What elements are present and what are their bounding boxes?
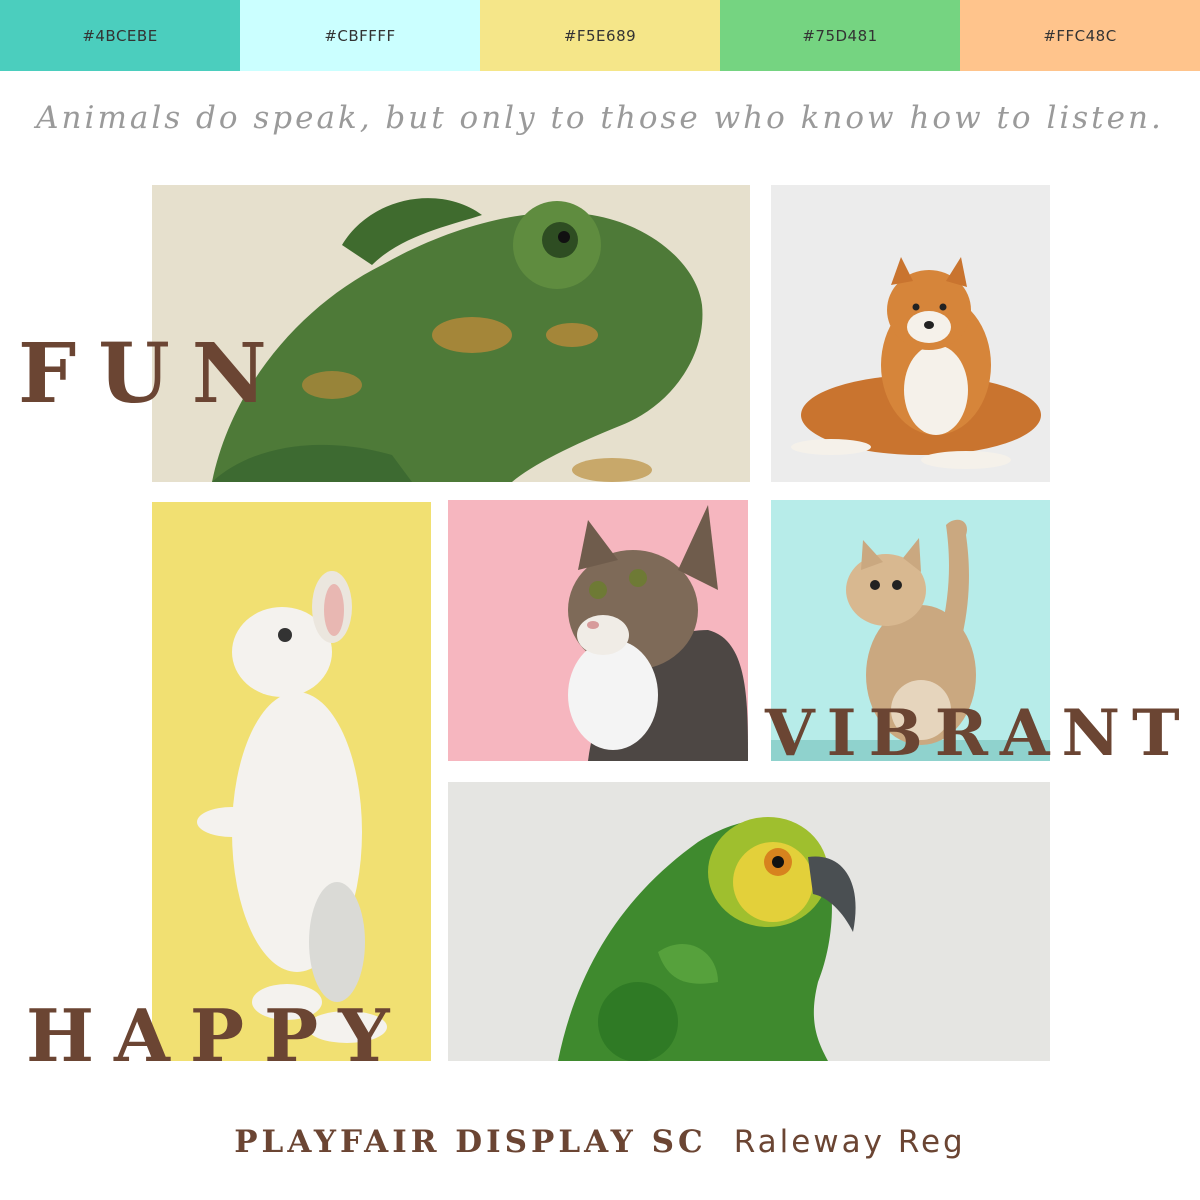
quote-text: Animals do speak, but only to those who …: [36, 100, 1164, 136]
word-happy: HAPPY: [26, 993, 410, 1078]
swatch-3: #F5E689: [480, 0, 720, 71]
swatch-4: #75D481: [720, 0, 960, 71]
parrot-photo: [448, 782, 1050, 1061]
word-vibrant: VIBRANT: [765, 696, 1192, 771]
body-font-name: Raleway Reg: [733, 1124, 966, 1160]
heading-font-name: PLAYFAIR DISPLAY SC: [234, 1124, 707, 1160]
tabby-cat-photo: [448, 500, 748, 761]
word-fun: FUN: [18, 326, 289, 422]
rabbit-photo: [152, 502, 431, 1061]
font-pairing: PLAYFAIR DISPLAY SC Raleway Reg: [0, 1124, 1200, 1160]
swatch-2: #CBFFFF: [240, 0, 480, 71]
dog-photo: [771, 185, 1050, 482]
swatch-1: #4BCEBE: [0, 0, 240, 71]
swatch-5: #FFC48C: [960, 0, 1200, 71]
color-palette: #4BCEBE #CBFFFF #F5E689 #75D481 #FFC48C: [0, 0, 1200, 71]
